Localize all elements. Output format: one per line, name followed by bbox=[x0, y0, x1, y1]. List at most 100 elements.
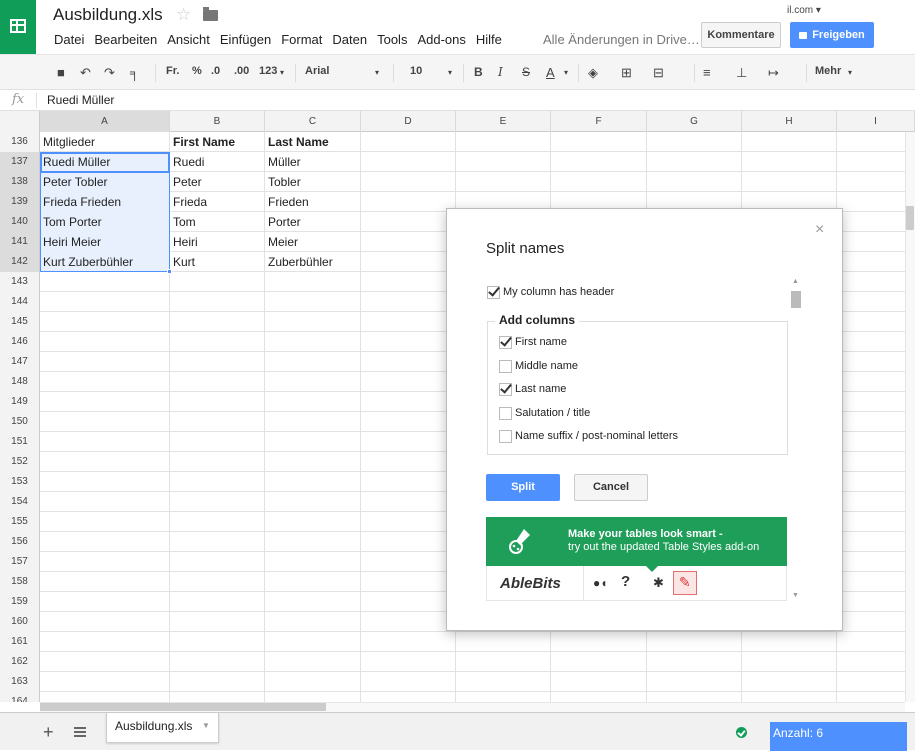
cell-a[interactable] bbox=[40, 372, 170, 392]
cell-empty[interactable] bbox=[361, 492, 456, 512]
cell-a[interactable] bbox=[40, 392, 170, 412]
cell-empty[interactable] bbox=[837, 672, 915, 692]
salutation-label[interactable]: Salutation / title bbox=[515, 407, 590, 419]
cell-empty[interactable] bbox=[361, 272, 456, 292]
cell-a[interactable] bbox=[40, 352, 170, 372]
row-header[interactable]: 159 bbox=[0, 592, 40, 612]
cell-empty[interactable] bbox=[837, 172, 915, 192]
cell-empty[interactable] bbox=[837, 372, 915, 392]
cell-a[interactable] bbox=[40, 412, 170, 432]
row-header[interactable]: 151 bbox=[0, 432, 40, 452]
cell-c[interactable]: Müller bbox=[265, 152, 361, 172]
cell-c[interactable]: Meier bbox=[265, 232, 361, 252]
vertical-align-icon[interactable]: ⊥ bbox=[736, 65, 747, 81]
cell-a[interactable]: Kurt Zuberbühler bbox=[40, 252, 170, 272]
increase-decimal-button[interactable]: .00 bbox=[234, 65, 249, 77]
cell-empty[interactable] bbox=[361, 612, 456, 632]
cell-c[interactable] bbox=[265, 692, 361, 702]
fill-handle[interactable] bbox=[167, 269, 172, 274]
row-header[interactable]: 136 bbox=[0, 132, 40, 152]
cell-c[interactable] bbox=[265, 532, 361, 552]
cell-b[interactable] bbox=[170, 672, 265, 692]
cell-empty[interactable] bbox=[361, 432, 456, 452]
cell-empty[interactable] bbox=[837, 412, 915, 432]
cell-empty[interactable] bbox=[837, 212, 915, 232]
save-status[interactable]: Alle Änderungen in Drive… bbox=[543, 32, 700, 47]
cell-empty[interactable] bbox=[361, 372, 456, 392]
strikethrough-button[interactable]: S bbox=[522, 65, 530, 79]
help-icon[interactable]: ? bbox=[621, 573, 630, 590]
row-header[interactable]: 146 bbox=[0, 332, 40, 352]
cell-b[interactable] bbox=[170, 652, 265, 672]
cell-empty[interactable] bbox=[361, 592, 456, 612]
currency-button[interactable]: Fr. bbox=[166, 65, 179, 77]
menu-einfuegen[interactable]: Einfügen bbox=[220, 32, 271, 48]
cell-b[interactable] bbox=[170, 292, 265, 312]
cell-empty[interactable] bbox=[456, 692, 551, 702]
cell-b[interactable] bbox=[170, 592, 265, 612]
font-size-dropdown[interactable]: 10 bbox=[410, 65, 422, 77]
cell-empty[interactable] bbox=[361, 212, 456, 232]
cell-c[interactable] bbox=[265, 372, 361, 392]
cell-c[interactable] bbox=[265, 352, 361, 372]
cell-c[interactable] bbox=[265, 272, 361, 292]
font-dropdown[interactable]: Arial bbox=[305, 65, 329, 77]
cell-c[interactable] bbox=[265, 512, 361, 532]
dialog-scrollbar[interactable] bbox=[789, 277, 803, 602]
cell-c[interactable] bbox=[265, 292, 361, 312]
row-header[interactable]: 155 bbox=[0, 512, 40, 532]
row-header[interactable]: 164 bbox=[0, 692, 40, 702]
name-suffix-label[interactable]: Name suffix / post-nominal letters bbox=[515, 430, 678, 442]
cell-c[interactable]: Zuberbühler bbox=[265, 252, 361, 272]
borders-icon[interactable]: ⊞ bbox=[621, 65, 632, 81]
cell-empty[interactable] bbox=[551, 132, 647, 152]
cell-empty[interactable] bbox=[361, 152, 456, 172]
row-header[interactable]: 145 bbox=[0, 312, 40, 332]
cell-b[interactable] bbox=[170, 492, 265, 512]
cell-b[interactable] bbox=[170, 472, 265, 492]
redo-icon[interactable]: ↷ bbox=[104, 65, 115, 81]
cell-empty[interactable] bbox=[551, 672, 647, 692]
cell-empty[interactable] bbox=[837, 292, 915, 312]
cell-empty[interactable] bbox=[837, 192, 915, 212]
cell-empty[interactable] bbox=[647, 152, 742, 172]
cell-empty[interactable] bbox=[361, 572, 456, 592]
bug-icon[interactable]: ✱ bbox=[653, 575, 664, 591]
cell-empty[interactable] bbox=[837, 632, 915, 652]
cell-empty[interactable] bbox=[361, 672, 456, 692]
row-header[interactable]: 160 bbox=[0, 612, 40, 632]
row-header[interactable]: 144 bbox=[0, 292, 40, 312]
cell-empty[interactable] bbox=[361, 132, 456, 152]
cell-c[interactable] bbox=[265, 332, 361, 352]
cell-a[interactable] bbox=[40, 512, 170, 532]
cell-empty[interactable] bbox=[742, 132, 837, 152]
sheets-logo-icon[interactable] bbox=[0, 0, 36, 54]
cell-empty[interactable] bbox=[837, 452, 915, 472]
cell-empty[interactable] bbox=[837, 232, 915, 252]
cell-c[interactable]: Tobler bbox=[265, 172, 361, 192]
cell-b[interactable] bbox=[170, 272, 265, 292]
cell-a[interactable]: Tom Porter bbox=[40, 212, 170, 232]
row-header[interactable]: 158 bbox=[0, 572, 40, 592]
cell-empty[interactable] bbox=[837, 592, 915, 612]
cell-a[interactable]: Mitglieder bbox=[40, 132, 170, 152]
cell-empty[interactable] bbox=[837, 572, 915, 592]
cell-a[interactable] bbox=[40, 692, 170, 702]
cell-empty[interactable] bbox=[361, 652, 456, 672]
folder-icon[interactable] bbox=[203, 7, 218, 21]
cell-empty[interactable] bbox=[361, 532, 456, 552]
row-header[interactable]: 161 bbox=[0, 632, 40, 652]
cell-empty[interactable] bbox=[837, 612, 915, 632]
sheets-list-icon[interactable] bbox=[74, 727, 86, 737]
cell-empty[interactable] bbox=[361, 312, 456, 332]
add-sheet-button[interactable]: + bbox=[43, 722, 54, 743]
number-format-dropdown[interactable]: 123 bbox=[259, 65, 277, 77]
cell-empty[interactable] bbox=[361, 352, 456, 372]
column-header-a[interactable]: A bbox=[40, 111, 170, 132]
row-header[interactable]: 148 bbox=[0, 372, 40, 392]
cell-empty[interactable] bbox=[837, 252, 915, 272]
sheet-tab[interactable]: Ausbildung.xls ▼ bbox=[106, 713, 219, 743]
column-header-i[interactable]: I bbox=[837, 111, 915, 132]
column-header-c[interactable]: C bbox=[265, 111, 361, 132]
cell-b[interactable] bbox=[170, 432, 265, 452]
